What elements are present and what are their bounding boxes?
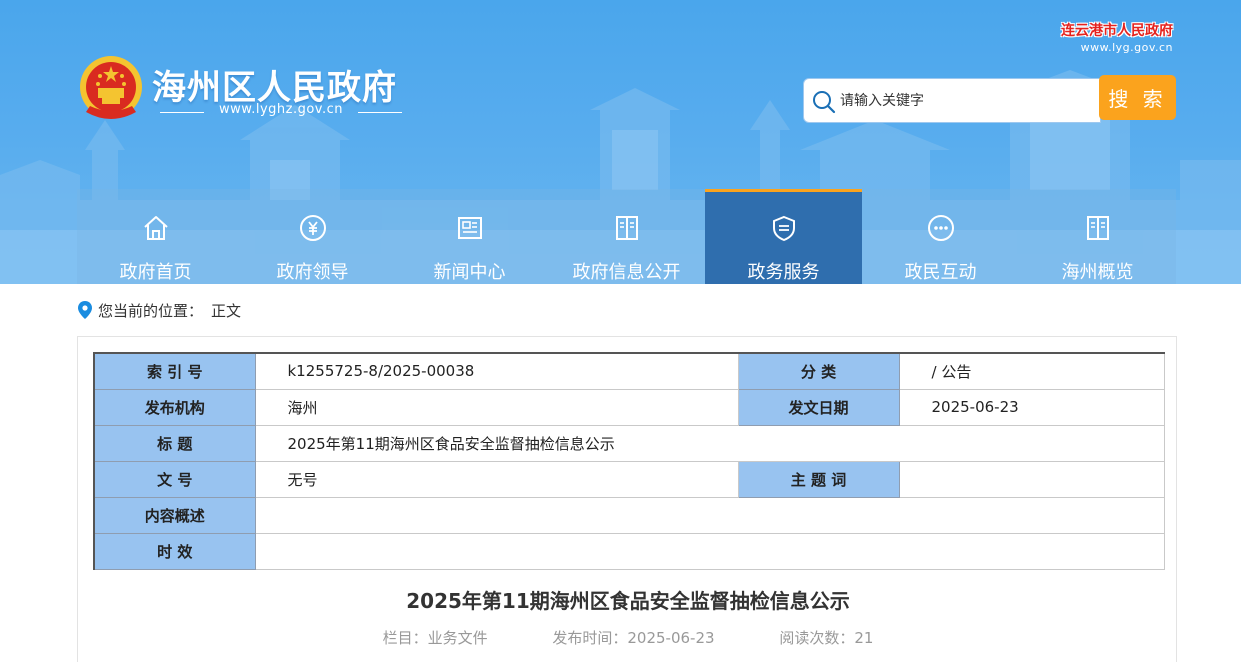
nav-item-label: 政府领导 [276,262,349,283]
city-url[interactable]: www.lyg.gov.cn [1061,41,1173,54]
validity-value [254,532,1165,570]
search-button[interactable]: 搜 索 [1099,75,1176,120]
table-row: 发布机构 海州 发文日期 2025-06-23 [93,388,1165,426]
newspaper-icon [458,217,482,239]
nav-item-overview[interactable]: 海州概览 [1019,189,1176,284]
location-pin-icon [78,301,92,319]
nav-item-home[interactable]: 政府首页 [77,189,234,284]
book-icon [616,216,638,240]
doc-no-label: 文 号 [93,460,256,498]
search-box[interactable] [803,78,1101,123]
city-government-link[interactable]: 连云港市人民政府 www.lyg.gov.cn [1061,20,1173,54]
site-url-block: www.lyghz.gov.cn [160,102,402,122]
table-row: 标 题 2025年第11期海州区食品安全监督抽检信息公示 [93,424,1165,462]
article-container: 索 引 号 k1255725-8/2025-00038 分 类 / 公告 发布机… [77,336,1177,662]
index-no-value: k1255725-8/2025-00038 [254,352,739,390]
nav-item-label: 政务服务 [747,262,820,283]
nav-item-services[interactable]: 政务服务 [705,189,862,284]
breadcrumb-prefix: 您当前的位置： [98,301,204,320]
nav-item-label: 新闻中心 [433,262,506,283]
publisher-value: 海州 [254,388,739,426]
document-meta-table: 索 引 号 k1255725-8/2025-00038 分 类 / 公告 发布机… [93,352,1165,570]
main-nav: 政府首页 政府领导 新闻中心 政府信息公开 政务服务 政民互动 海州概览 [77,189,1177,284]
keywords-value [898,460,1165,498]
date-label: 发文日期 [737,388,900,426]
summary-label: 内容概述 [93,496,256,534]
search-input[interactable] [840,79,1095,122]
title-value: 2025年第11期海州区食品安全监督抽检信息公示 [254,424,1165,462]
validity-label: 时 效 [93,532,256,570]
national-emblem-icon [80,56,142,119]
book-icon [1087,216,1109,240]
table-row: 索 引 号 k1255725-8/2025-00038 分 类 / 公告 [93,352,1165,390]
article-title: 2025年第11期海州区食品安全监督抽检信息公示 [406,589,850,613]
breadcrumb-current: 正文 [211,301,242,320]
article-meta: 栏目：业务文件 发布时间：2025-06-23 阅读次数：21 [78,627,1178,648]
nav-item-info-disclosure[interactable]: 政府信息公开 [548,189,705,284]
nav-item-leaders[interactable]: 政府领导 [234,189,391,284]
site-header: 海州区人民政府 www.lyghz.gov.cn 连云港市人民政府 www.ly… [0,0,1241,284]
index-no-label: 索 引 号 [93,352,256,390]
table-row: 文 号 无号 主 题 词 [93,460,1165,498]
divider [358,112,402,113]
article-publish-time: 发布时间：2025-06-23 [552,629,715,647]
title-label: 标 题 [93,424,256,462]
nav-item-label: 政府首页 [119,262,192,283]
site-url[interactable]: www.lyghz.gov.cn [160,102,402,117]
city-name[interactable]: 连云港市人民政府 [1061,20,1173,40]
keywords-label: 主 题 词 [737,460,900,498]
date-value: 2025-06-23 [898,388,1165,426]
nav-item-interaction[interactable]: 政民互动 [862,189,1019,284]
nav-item-label: 海州概览 [1061,262,1134,283]
category-value: / 公告 [898,352,1165,390]
category-label: 分 类 [737,352,900,390]
nav-item-label: 政民互动 [904,262,977,283]
nav-item-label: 政府信息公开 [572,262,681,283]
table-row: 内容概述 [93,496,1165,534]
article-column: 栏目：业务文件 [382,629,488,647]
search-icon [813,91,836,114]
chat-dots-icon [928,215,954,241]
home-icon [144,216,168,240]
article-views: 阅读次数：21 [779,629,874,647]
summary-value [254,496,1165,534]
breadcrumb: 您当前的位置： 正文 [78,298,241,322]
doc-no-value: 无号 [254,460,739,498]
publisher-label: 发布机构 [93,388,256,426]
nav-item-news[interactable]: 新闻中心 [391,189,548,284]
yuan-circle-icon [300,215,326,241]
shield-icon [773,215,795,242]
table-row: 时 效 [93,532,1165,570]
